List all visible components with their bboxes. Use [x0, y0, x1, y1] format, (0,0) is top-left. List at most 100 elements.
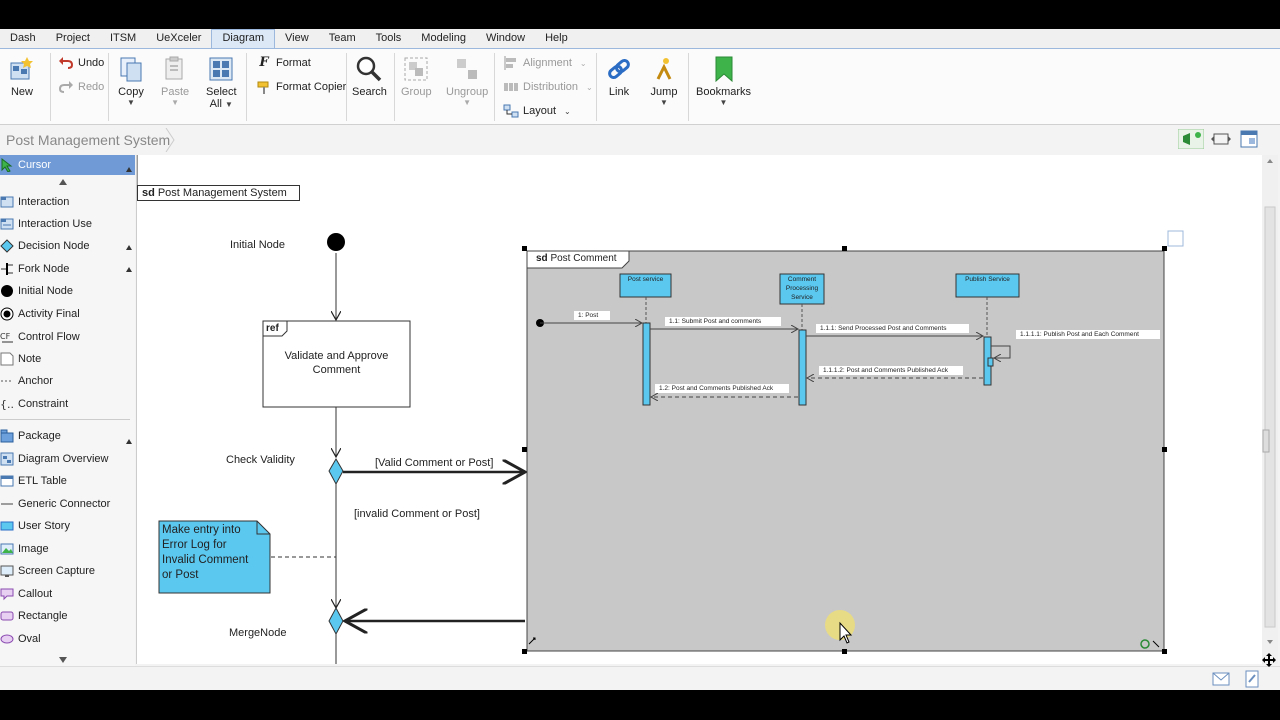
menu-project[interactable]: Project: [46, 29, 100, 48]
palette-scroll-down-icon[interactable]: [59, 657, 67, 663]
palette-item-package[interactable]: Package: [0, 426, 135, 446]
undo-icon: [59, 57, 74, 69]
palette-item-cursor[interactable]: Cursor: [0, 155, 135, 175]
undo-button[interactable]: Undo: [58, 54, 104, 72]
decision-node-label: Check Validity: [226, 454, 295, 466]
bookmarks-label: Bookmarks: [696, 86, 752, 98]
message-label: 1.1.1.1: Publish Post and Each Comment: [1020, 331, 1139, 338]
resize-model-icon[interactable]: [1167, 230, 1184, 247]
merge-node[interactable]: [328, 606, 344, 636]
control-flow-icon: CF: [0, 332, 13, 343]
breadcrumb-item[interactable]: Post Management System: [6, 132, 170, 148]
palette-item-control-flow[interactable]: CF Control Flow: [0, 327, 135, 347]
palette-item-label: Screen Capture: [18, 565, 96, 577]
status-bar: [0, 653, 1280, 690]
menu-view[interactable]: View: [275, 29, 319, 48]
search-button[interactable]: Search: [352, 55, 387, 98]
palette-item-callout[interactable]: Callout: [0, 584, 135, 604]
copy-button[interactable]: Copy ▼: [117, 55, 145, 107]
diagram-canvas[interactable]: sd Post Management System Initial Node re…: [136, 155, 1262, 664]
menu-team[interactable]: Team: [319, 29, 366, 48]
vertical-scrollbar[interactable]: [1262, 155, 1278, 664]
application-window: Dash Project ITSM UeXceler Diagram View Team To…: [0, 29, 1280, 690]
diagram-navigator-icon[interactable]: [1240, 130, 1258, 148]
menu-tools[interactable]: Tools: [366, 29, 412, 48]
palette-item-rectangle[interactable]: Rectangle: [0, 606, 135, 626]
decision-node[interactable]: [328, 458, 344, 486]
diagram-overview-icon: [0, 452, 14, 466]
format-button[interactable]: F Format: [256, 54, 310, 72]
mail-icon[interactable]: [1212, 672, 1230, 686]
palette-item-activity-final[interactable]: Activity Final: [0, 304, 135, 324]
alignment-button[interactable]: Alignment ⌄: [503, 54, 587, 72]
menu-modeling[interactable]: Modeling: [411, 29, 476, 48]
palette-item-anchor[interactable]: Anchor: [0, 371, 135, 391]
expand-category-icon[interactable]: [126, 167, 132, 172]
feedback-megaphone-icon[interactable]: [1178, 129, 1204, 149]
palette-item-label: Oval: [18, 633, 41, 645]
pan-move-icon[interactable]: [1262, 653, 1276, 667]
new-button[interactable]: New: [8, 55, 36, 98]
palette-item-label: Interaction Use: [18, 218, 92, 230]
format-copier-button[interactable]: Format Copier: [256, 78, 346, 96]
palette-item-note[interactable]: Note: [0, 349, 135, 369]
expand-category-icon[interactable]: [126, 245, 132, 250]
expand-category-icon[interactable]: [126, 439, 132, 444]
document-edit-icon[interactable]: [1244, 670, 1260, 688]
ungroup-button[interactable]: Ungroup ▼: [446, 55, 488, 107]
chevron-down-icon: ⌄: [586, 82, 593, 92]
decision-node-icon: [0, 239, 14, 253]
distribution-button[interactable]: Distribution ⌄: [503, 78, 593, 96]
sequence-diagram-frame[interactable]: [522, 246, 1167, 654]
anchor-icon: [1, 380, 13, 382]
palette-item-constraint[interactable]: {..} Constraint: [0, 394, 135, 414]
redo-button[interactable]: Redo: [58, 78, 104, 96]
paste-button[interactable]: Paste ▼: [161, 55, 189, 107]
bookmarks-button[interactable]: Bookmarks ▼: [696, 55, 751, 107]
jump-button[interactable]: Jump ▼: [650, 55, 678, 107]
menu-dash[interactable]: Dash: [0, 29, 46, 48]
fit-to-window-icon[interactable]: [1211, 131, 1231, 147]
format-icon: F: [259, 55, 269, 70]
menu-itsm[interactable]: ITSM: [100, 29, 146, 48]
group-label: Group: [401, 86, 432, 98]
activation-bar[interactable]: [798, 329, 807, 406]
format-copier-icon: [257, 81, 269, 94]
scroll-down-icon: [1267, 640, 1273, 644]
layout-button[interactable]: Layout ⌄: [503, 102, 571, 120]
palette-item-screen-capture[interactable]: Screen Capture: [0, 561, 135, 581]
select-all-button[interactable]: Select All ▼: [206, 55, 237, 110]
expand-category-icon[interactable]: [126, 267, 132, 272]
activity-final-icon: [0, 307, 14, 321]
menu-uexceler[interactable]: UeXceler: [146, 29, 211, 48]
palette-item-label: Fork Node: [18, 263, 70, 275]
link-label: Link: [608, 86, 630, 98]
palette-item-generic-connector[interactable]: Generic Connector: [0, 494, 135, 514]
palette-item-initial-node[interactable]: Initial Node: [0, 281, 135, 301]
palette-item-oval[interactable]: Oval: [0, 629, 135, 649]
palette-item-diagram-overview[interactable]: Diagram Overview: [0, 449, 135, 469]
palette-item-user-story[interactable]: User Story: [0, 516, 135, 536]
message-label: 1.1.1.2: Post and Comments Published Ack: [823, 367, 949, 374]
activation-bar[interactable]: [642, 322, 651, 406]
breadcrumb: Post Management System: [0, 126, 1280, 154]
menu-window[interactable]: Window: [476, 29, 535, 48]
menu-diagram[interactable]: Diagram: [211, 29, 276, 48]
link-button[interactable]: Link: [605, 55, 633, 98]
chevron-down-icon: ⌄: [564, 106, 571, 116]
palette-item-image[interactable]: Image: [0, 539, 135, 559]
palette-item-interaction-use[interactable]: Interaction Use: [0, 214, 135, 234]
note-icon: [0, 352, 14, 366]
palette-scroll-up-icon[interactable]: [59, 179, 67, 185]
outer-frame-tab[interactable]: sd Post Management System: [137, 185, 300, 201]
oval-icon: [0, 634, 14, 644]
group-button[interactable]: Group: [401, 55, 432, 98]
screen-capture-icon: [0, 565, 14, 577]
palette-item-fork-node[interactable]: Fork Node: [0, 259, 135, 279]
menu-help[interactable]: Help: [535, 29, 578, 48]
palette-item-decision-node[interactable]: Decision Node: [0, 236, 135, 256]
initial-node[interactable]: [327, 233, 345, 251]
palette-item-etl-table[interactable]: ETL Table: [0, 471, 135, 491]
constraint-icon: {..}: [0, 398, 14, 411]
palette-item-interaction[interactable]: Interaction: [0, 192, 135, 212]
